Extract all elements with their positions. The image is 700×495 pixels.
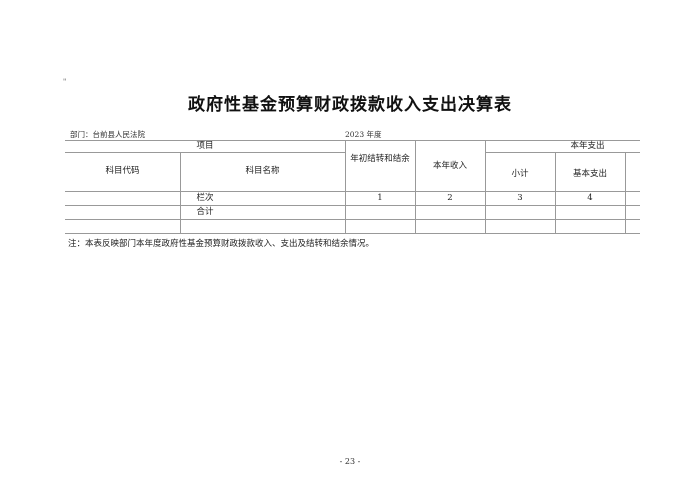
row-index-3: 3 [517,193,523,203]
table-col-divider-4 [485,140,486,233]
page-number: - 23 - [339,457,361,466]
table-col-divider-2 [345,140,346,233]
table-rule-index-bottom [65,205,640,206]
table-rule-total-bottom [65,219,640,220]
stray-mark: " [63,78,67,86]
header-subject-code: 科目代码 [105,166,140,176]
header-current-year-expense: 本年支出 [570,141,605,151]
header-subject-name: 科目名称 [245,166,280,176]
table-border-bottom [65,233,640,234]
header-carryover-begin: 年初结转和结余 [350,154,410,164]
header-subtotal: 小计 [511,169,529,179]
row-index-1: 1 [377,193,383,203]
table-rule-header-bottom [65,191,640,192]
row-total-label: 合计 [196,207,214,217]
header-current-income: 本年收入 [432,161,467,171]
table-col-divider-3 [415,140,416,233]
header-project: 项目 [196,141,214,151]
table-rule-project [65,152,345,153]
row-index-label: 栏次 [196,193,214,203]
row-index-2: 2 [447,193,453,203]
table-rule-expense [485,152,640,153]
page-title: 政府性基金预算财政拨款收入支出决算表 [188,95,512,115]
table-footnote: 注：本表反映部门本年度政府性基金预算财政拨款收入、支出及结转和结余情况。 [68,239,375,249]
table-col-divider-6 [625,152,626,233]
fiscal-year-label: 2023 年度 [345,130,382,139]
row-index-4: 4 [587,193,593,203]
department-label: 部门：台前县人民法院 [70,130,145,139]
fund-budget-table: 项目 本年支出 科目代码 科目名称 年初结转和结余 本年收入 小计 基本支出 栏… [65,140,640,234]
header-basic-expense: 基本支出 [572,169,607,179]
